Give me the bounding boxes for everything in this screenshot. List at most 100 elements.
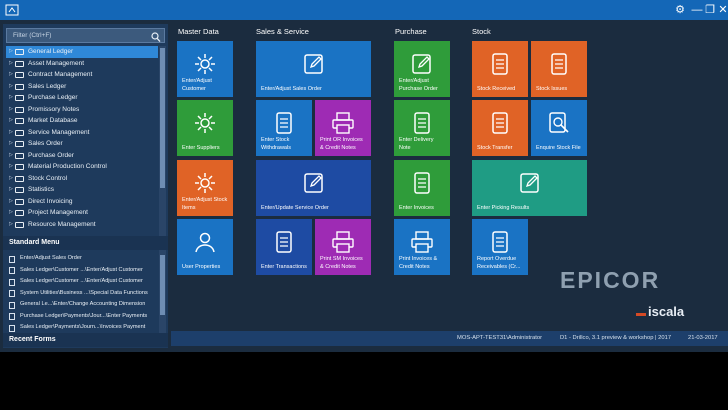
tile-label: User Properties (182, 263, 221, 270)
column-header-sales-service: Sales & Service (256, 27, 309, 36)
epicor-iscala-logo: EPICOR iscala (560, 267, 720, 327)
tile-stock-issues[interactable]: Stock Issues (531, 41, 587, 97)
standard-menu-header[interactable]: Standard Menu (3, 236, 168, 250)
tree-item[interactable]: ▷ Service Management (6, 127, 158, 139)
expand-arrow-icon[interactable]: ▷ (9, 81, 13, 93)
standard-menu-item[interactable]: Sales Ledger\Customer ...\Enter/Adjust C… (6, 276, 158, 288)
tree-item-label: Purchase Order (28, 151, 74, 159)
status-company: D1 - Drillco, 3.1 preview & workshop | 2… (560, 335, 672, 341)
tree-item-label: Purchase Ledger (28, 94, 78, 101)
menu-scrollbar[interactable] (159, 253, 166, 333)
tree-item[interactable]: ▷ Promissory Notes (6, 104, 158, 116)
tile-enquire-stock-file[interactable]: Enquire Stock File (531, 100, 587, 156)
restore-button[interactable]: ❐ (703, 2, 717, 18)
expand-arrow-icon[interactable]: ▷ (9, 104, 13, 116)
tree-item[interactable]: ▷ General Ledger (6, 46, 158, 58)
tree-scrollbar[interactable] (159, 46, 166, 253)
folder-icon (15, 175, 24, 182)
expand-arrow-icon[interactable]: ▷ (9, 138, 13, 150)
expand-arrow-icon[interactable]: ▷ (9, 173, 13, 185)
filter-input[interactable] (13, 29, 143, 42)
tile-enter-update-service-order[interactable]: Enter/Update Service Order (256, 160, 371, 216)
tree-item[interactable]: ▷ Project Management (6, 207, 158, 219)
tile-enter-picking-results[interactable]: Enter Picking Results (472, 160, 587, 216)
tile-enter-adjust-purchase-order[interactable]: Enter/Adjust Purchase Order (394, 41, 450, 97)
expand-arrow-icon[interactable]: ▷ (9, 219, 13, 231)
tree-item[interactable]: ▷ Sales Ledger (6, 81, 158, 93)
tile-report-overdue-receivables[interactable]: Report Overdue Receivables (Cr... (472, 219, 528, 275)
expand-arrow-icon[interactable]: ▷ (9, 196, 13, 208)
tile-label: Print Invoices & Credit Notes (399, 256, 438, 270)
tree-item[interactable]: ▷ Sales Order (6, 138, 158, 150)
tile-enter-invoices[interactable]: Enter Invoices (394, 160, 450, 216)
expand-arrow-icon[interactable]: ▷ (9, 127, 13, 139)
expand-arrow-icon[interactable]: ▷ (9, 115, 13, 127)
tile-label: Enter Invoices (399, 204, 434, 211)
settings-gear-icon[interactable]: ⚙ (673, 2, 687, 18)
tile-user-properties[interactable]: User Properties (177, 219, 233, 275)
tree-item[interactable]: ▷ Direct Invoicing (6, 196, 158, 208)
expand-arrow-icon[interactable]: ▷ (9, 207, 13, 219)
expand-arrow-icon[interactable]: ▷ (9, 46, 13, 58)
tree-item[interactable]: ▷ Asset Management (6, 58, 158, 70)
expand-arrow-icon[interactable]: ▷ (9, 58, 13, 70)
tree-item-label: Contract Management (28, 71, 93, 78)
standard-menu-item-label: General Le...\Enter/Change Accounting Di… (20, 301, 146, 307)
tile-enter-stock-withdrawals[interactable]: Enter Stock Withdrawals (256, 100, 312, 156)
tree-item[interactable]: ▷ Stock Control (6, 173, 158, 185)
tree-item-label: Material Production Control (28, 163, 107, 170)
tree-item[interactable]: ▷ Statistics (6, 184, 158, 196)
tile-print-invoices-credit-notes[interactable]: Print Invoices & Credit Notes (394, 219, 450, 275)
expand-arrow-icon[interactable]: ▷ (9, 184, 13, 196)
tile-label: Enter Stock Withdrawals (261, 137, 291, 151)
tile-enter-adjust-sales-order[interactable]: Enter/Adjust Sales Order (256, 41, 371, 97)
tree-item-label: General Ledger (28, 48, 74, 55)
tile-enter-adjust-customer[interactable]: Enter/Adjust Customer (177, 41, 233, 97)
form-icon (9, 255, 15, 263)
search-icon[interactable] (151, 30, 161, 43)
app-menu-icon[interactable] (5, 4, 19, 16)
tile-enter-transactions[interactable]: Enter Transactions (256, 219, 312, 275)
tile-label: Enter Transactions (261, 263, 307, 270)
standard-menu-item-label: Sales Ledger\Customer ...\Enter/Adjust C… (20, 278, 143, 284)
form-icon (9, 324, 15, 332)
expand-arrow-icon[interactable]: ▷ (9, 150, 13, 162)
expand-arrow-icon[interactable]: ▷ (9, 161, 13, 173)
standard-menu-item[interactable]: System Utilities\Business ...\Special Da… (6, 288, 158, 300)
tree-item[interactable]: ▷ Resource Management (6, 219, 158, 231)
tree-item[interactable]: ▷ Material Production Control (6, 161, 158, 173)
standard-menu-item[interactable]: Sales Ledger\Payments\Journ...\Invoices … (6, 322, 158, 333)
tree-scroll-thumb[interactable] (160, 48, 165, 188)
menu-scroll-thumb[interactable] (160, 255, 165, 315)
standard-menu-item[interactable]: Purchase Ledger\Payments\Jour...\Enter P… (6, 311, 158, 323)
tile-enter-delivery-note[interactable]: Enter Delivery Note (394, 100, 450, 156)
tile-stock-transfer[interactable]: Stock Transfer (472, 100, 528, 156)
tree-item[interactable]: ▷ Purchase Order (6, 150, 158, 162)
tile-print-or-invoices[interactable]: Print OR Invoices & Credit Notes (315, 100, 371, 156)
folder-icon (15, 106, 24, 113)
minimize-button[interactable]: — (690, 2, 704, 18)
tile-label: Enter/Adjust Stock Items (182, 197, 228, 211)
expand-arrow-icon[interactable]: ▷ (9, 69, 13, 81)
folder-icon (15, 72, 24, 78)
tree-item[interactable]: ▷ Contract Management (6, 69, 158, 81)
edit-icon (302, 52, 326, 76)
close-button[interactable]: ✕ (716, 2, 728, 18)
tree-item[interactable]: ▷ Market Database (6, 115, 158, 127)
title-bar: ⚙ — ❐ ✕ (0, 0, 728, 20)
tile-stock-received[interactable]: Stock Received (472, 41, 528, 97)
status-date: 21-03-2017 (688, 335, 718, 341)
standard-menu-item[interactable]: Enter/Adjust Sales Order (6, 253, 158, 265)
edit-icon (410, 52, 434, 76)
tile-enter-adjust-stock-items[interactable]: Enter/Adjust Stock Items (177, 160, 233, 216)
tile-enter-suppliers[interactable]: Enter Suppliers (177, 100, 233, 156)
sidebar: ▷ General Ledger ▷ Asset Management ▷ Contrac… (3, 24, 168, 348)
standard-menu-item[interactable]: General Le...\Enter/Change Accounting Di… (6, 299, 158, 311)
tile-print-sm-invoices[interactable]: Print SM Invoices & Credit Notes (315, 219, 371, 275)
recent-forms-header[interactable]: Recent Forms (3, 333, 168, 347)
tree-item[interactable]: ▷ Purchase Ledger (6, 92, 158, 104)
tile-label: Enter Suppliers (182, 144, 220, 151)
expand-arrow-icon[interactable]: ▷ (9, 92, 13, 104)
standard-menu-item[interactable]: Sales Ledger\Customer ...\Enter/Adjust C… (6, 265, 158, 277)
folder-icon (15, 164, 24, 170)
